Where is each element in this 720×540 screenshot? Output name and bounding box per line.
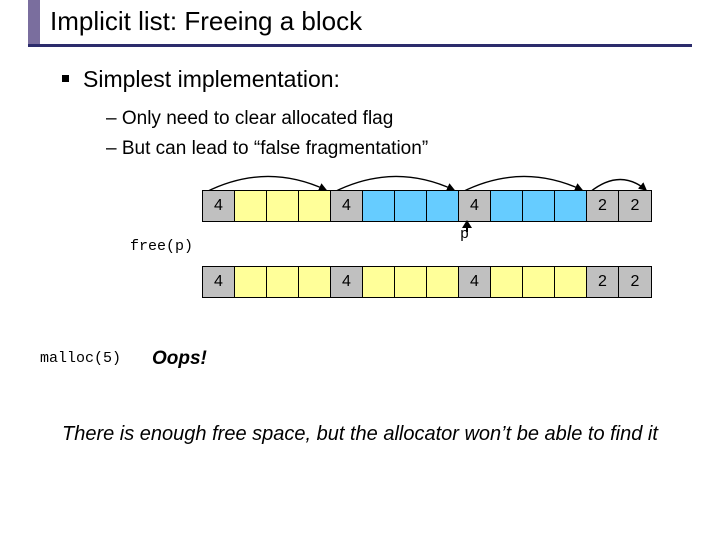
heap-row-before: 4 4 4 2 2 — [202, 190, 652, 222]
heap-diagram: 4 4 4 2 2 p free(p) 4 4 4 — [130, 190, 650, 298]
main-bullet: Simplest implementation: — [62, 66, 340, 93]
block-header: 2 — [587, 267, 619, 297]
slide-title: Implicit list: Freeing a block — [50, 6, 362, 37]
block-header: 4 — [459, 191, 491, 221]
pointer-label: p — [460, 226, 469, 243]
title-underline — [28, 44, 692, 47]
block-word — [523, 191, 555, 221]
sub-bullets: Only need to clear allocated flag But ca… — [106, 104, 428, 164]
heap-row-after: 4 4 4 2 2 — [202, 266, 652, 298]
block-word — [363, 191, 395, 221]
accent-bar — [28, 0, 40, 44]
block-word — [267, 267, 299, 297]
block-word — [299, 267, 331, 297]
block-end: 2 — [619, 267, 651, 297]
block-header: 2 — [587, 191, 619, 221]
block-word — [555, 191, 587, 221]
block-word — [491, 267, 523, 297]
block-word — [363, 267, 395, 297]
free-call-label: free(p) — [130, 238, 193, 255]
block-word — [427, 267, 459, 297]
block-header: 4 — [459, 267, 491, 297]
block-word — [395, 267, 427, 297]
block-word — [491, 191, 523, 221]
block-header: 4 — [203, 191, 235, 221]
malloc-call-label: malloc(5) — [40, 350, 121, 367]
block-word — [395, 191, 427, 221]
block-word — [555, 267, 587, 297]
footer-note: There is enough free space, but the allo… — [62, 420, 662, 448]
block-word — [235, 191, 267, 221]
sub-bullet-1: Only need to clear allocated flag — [106, 104, 428, 134]
block-word — [267, 191, 299, 221]
block-header: 4 — [331, 191, 363, 221]
block-header: 4 — [203, 267, 235, 297]
block-end: 2 — [619, 191, 651, 221]
block-word — [523, 267, 555, 297]
block-word — [427, 191, 459, 221]
block-header: 4 — [331, 267, 363, 297]
block-word — [235, 267, 267, 297]
block-word — [299, 191, 331, 221]
main-bullet-text: Simplest implementation: — [83, 66, 340, 92]
bullet-icon — [62, 75, 69, 82]
sub-bullet-2: But can lead to “false fragmentation” — [106, 134, 428, 164]
oops-label: Oops! — [152, 348, 207, 370]
